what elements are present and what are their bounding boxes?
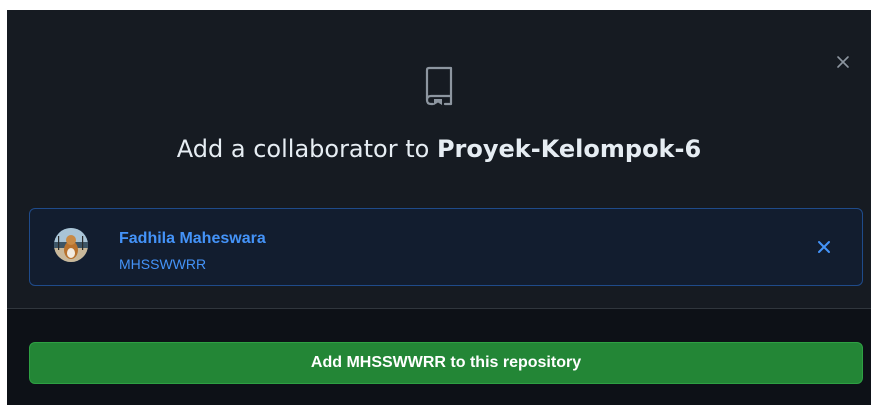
add-collaborator-dialog: Add a collaborator to Proyek-Kelompok-6 …	[7, 10, 871, 405]
repo-name: Proyek-Kelompok-6	[436, 135, 702, 163]
user-full-name: Fadhila Maheswara	[119, 230, 266, 247]
add-collaborator-button[interactable]: Add MHSSWWRR to this repository	[29, 342, 863, 384]
dialog-title: Add a collaborator to Proyek-Kelompok-6	[7, 134, 871, 164]
avatar	[54, 228, 88, 262]
dialog-footer: Add MHSSWWRR to this repository	[7, 309, 871, 405]
selected-user-card: Fadhila Maheswara MHSSWWRR	[29, 208, 863, 286]
close-dialog-button[interactable]	[831, 50, 855, 74]
remove-selected-user-button[interactable]	[814, 237, 834, 257]
close-icon	[818, 241, 830, 253]
user-login: MHSSWWRR	[119, 256, 207, 272]
repo-icon	[425, 66, 453, 106]
title-prefix: Add a collaborator to	[176, 135, 437, 163]
close-icon	[837, 56, 849, 68]
